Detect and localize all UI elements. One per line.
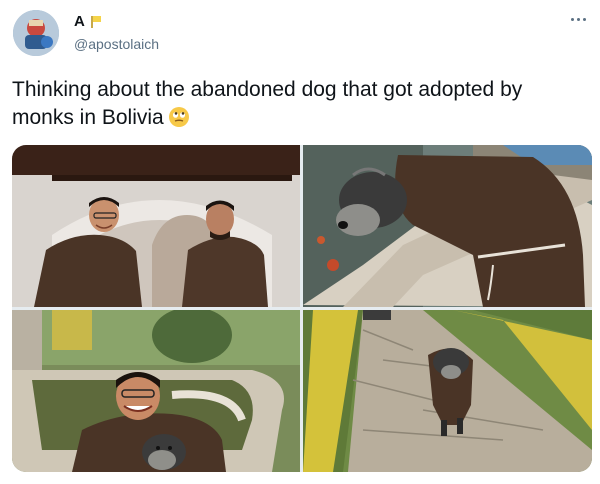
photo-dog-path[interactable] — [303, 310, 592, 472]
tweet-text: Thinking about the abandoned dog that go… — [12, 76, 582, 132]
user-handle[interactable]: @apostolaich — [74, 36, 159, 52]
display-name[interactable]: A — [74, 13, 85, 30]
photo-monk-fountain[interactable] — [12, 310, 300, 472]
avatar[interactable] — [13, 10, 59, 56]
yellow-flag-emoji-icon — [90, 15, 102, 28]
tweet-body: Thinking about the abandoned dog that go… — [12, 78, 523, 129]
tweet-card: A @apostolaich Thinking about the abando… — [0, 0, 600, 484]
photo-dog-railing[interactable] — [303, 145, 592, 307]
photo-monks-arch[interactable] — [12, 145, 300, 307]
more-icon[interactable] — [571, 14, 591, 24]
media-grid — [12, 145, 592, 472]
name-row: A — [74, 13, 102, 30]
rolling-eyes-emoji-icon — [168, 106, 190, 128]
